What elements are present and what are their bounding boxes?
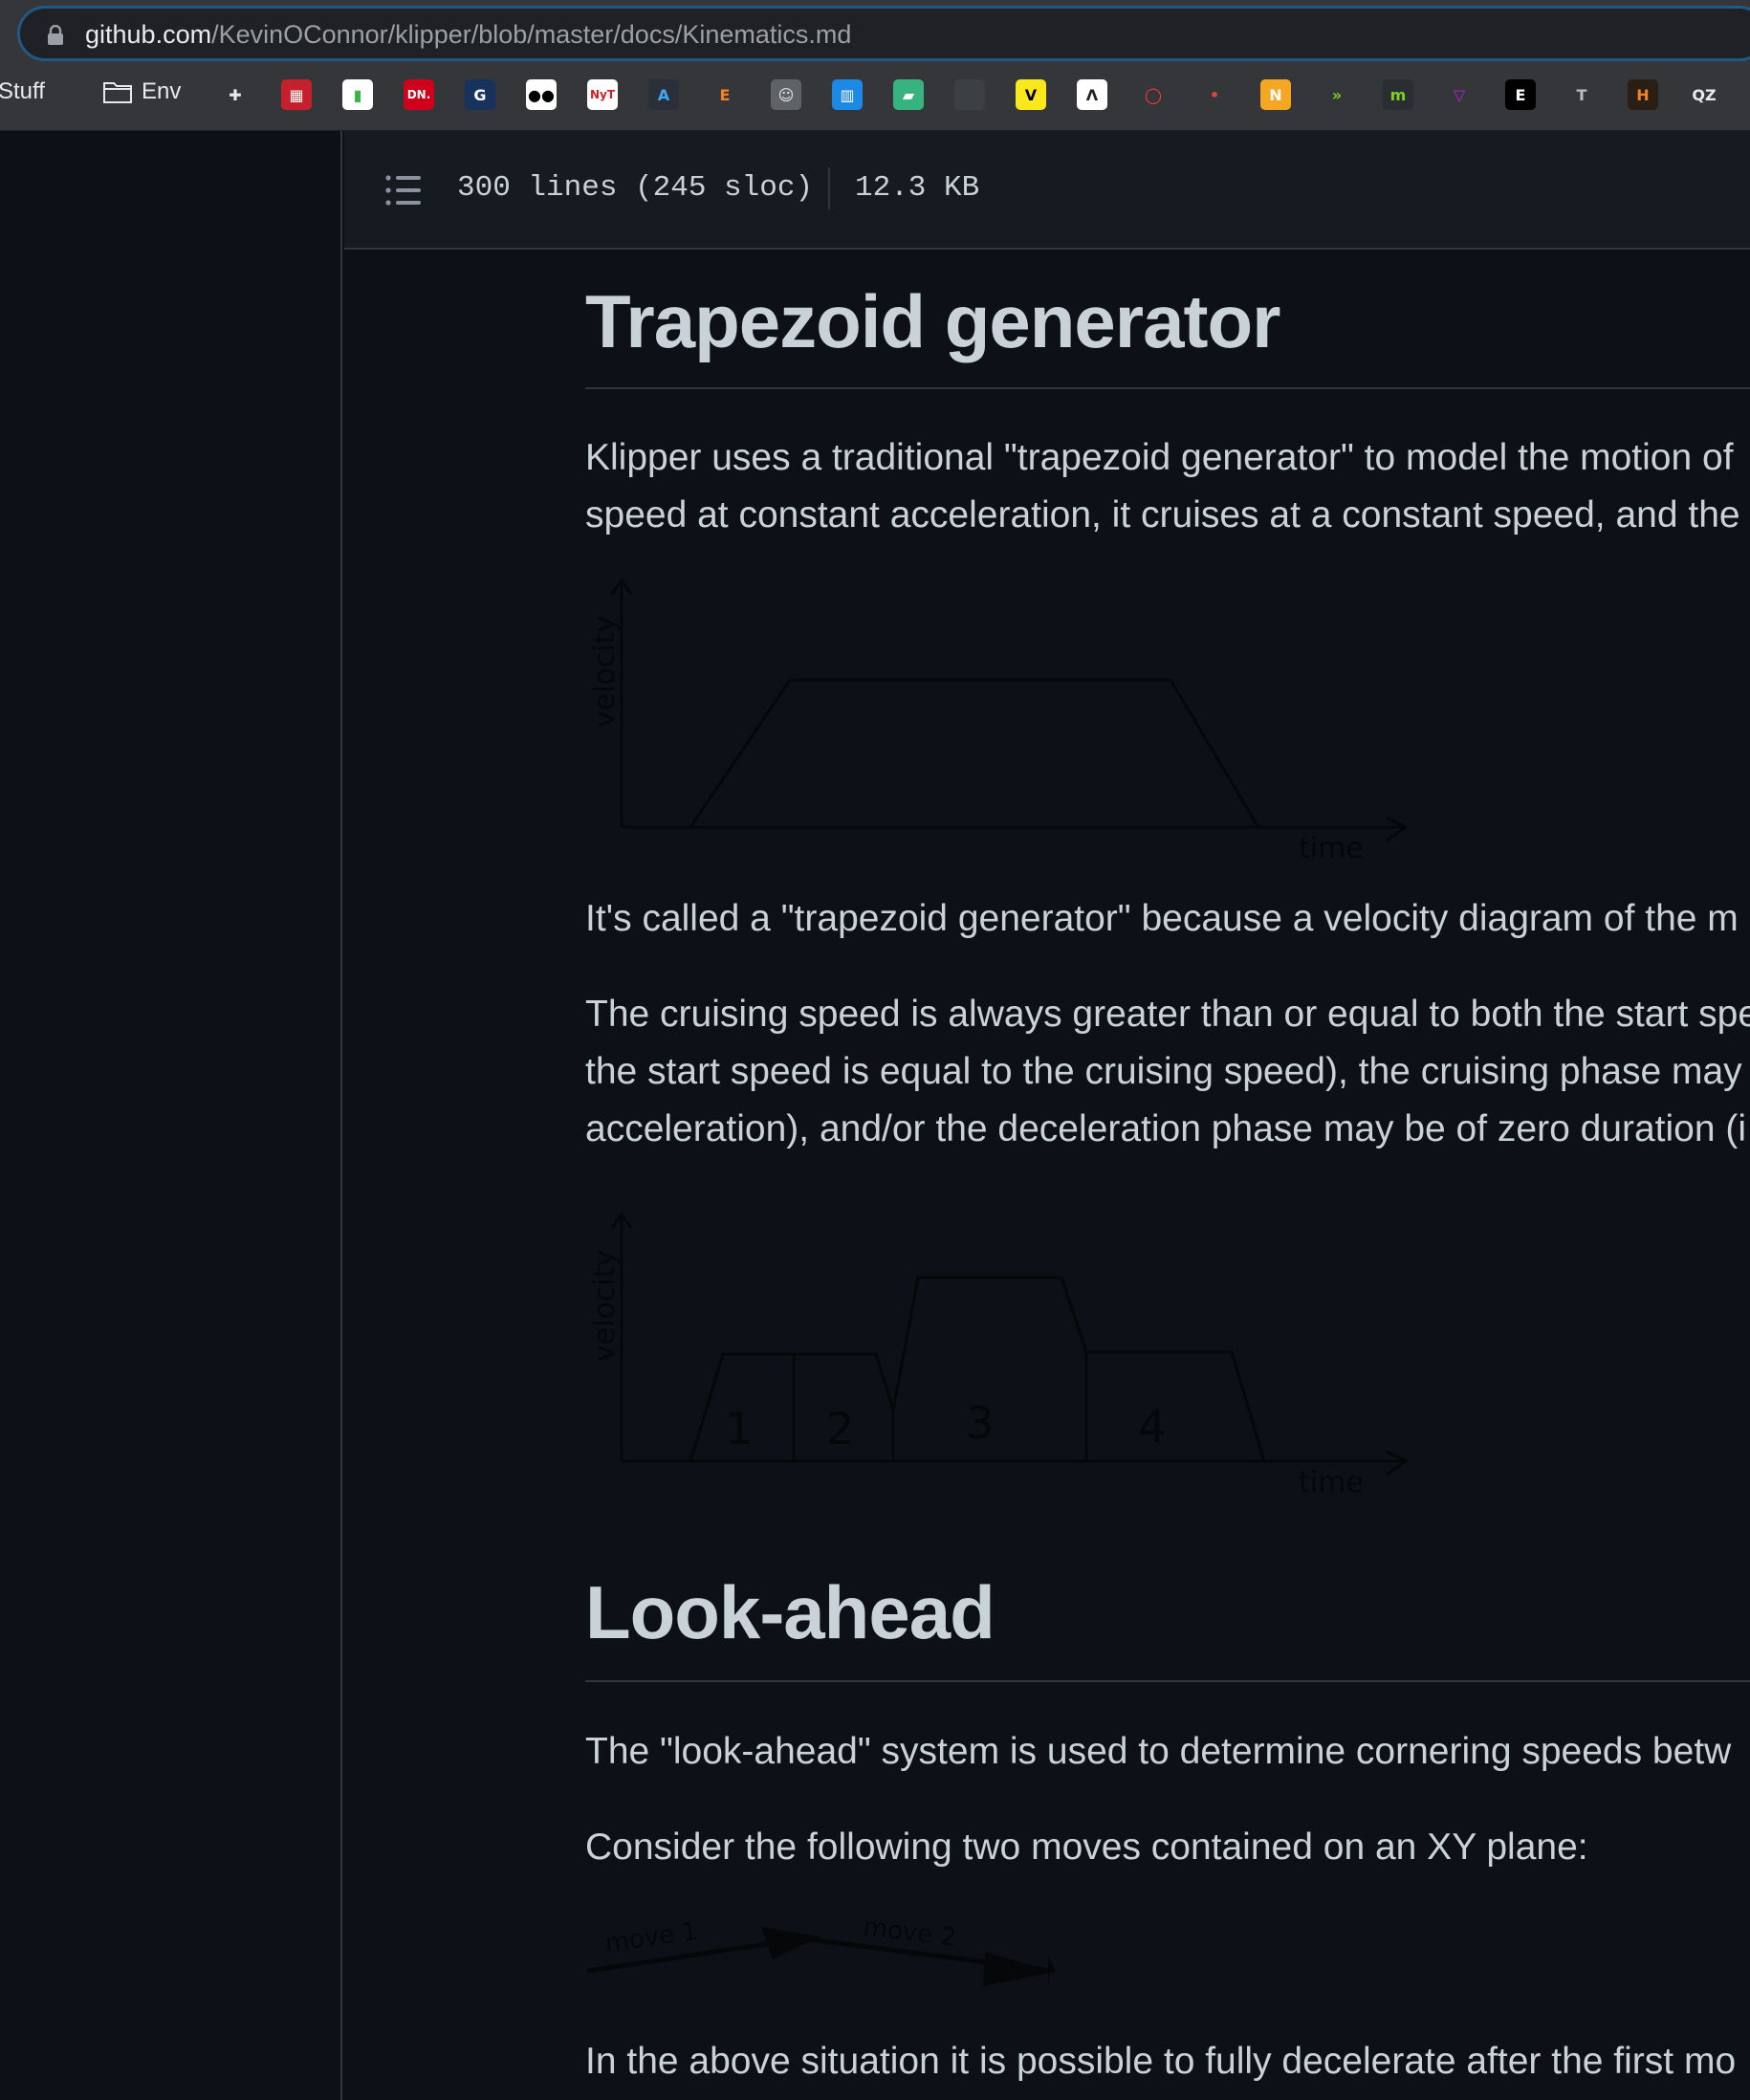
- dark-icon[interactable]: [954, 79, 985, 110]
- dots-icon[interactable]: •: [1199, 79, 1230, 110]
- heading-look-ahead: Look-ahead: [585, 1570, 995, 1654]
- fig2-move-3-label: 3: [966, 1397, 994, 1449]
- lock-icon[interactable]: [47, 25, 64, 46]
- url-text[interactable]: github.com/KevinOConnor/klipper/blob/mas…: [85, 20, 851, 49]
- file-header: 300 lines (245 sloc) 12.3 KB: [344, 131, 1750, 250]
- heading-divider: [585, 1680, 1750, 1682]
- triangle-icon[interactable]: ▽: [1444, 79, 1475, 110]
- folder-icon: [103, 82, 132, 103]
- e-box-icon[interactable]: E: [1505, 79, 1536, 110]
- nyt-icon[interactable]: NyT: [587, 79, 618, 110]
- folder-stuff-label: Stuff: [0, 78, 45, 104]
- e-icon[interactable]: E: [710, 79, 740, 110]
- table-of-contents-icon[interactable]: [384, 173, 423, 208]
- fig2-xlabel: time: [1299, 1466, 1364, 1499]
- heading-trapezoid-generator: Trapezoid generator: [585, 279, 1280, 363]
- fig1-axes: [610, 578, 1409, 842]
- t-icon[interactable]: T: [1566, 79, 1597, 110]
- paragraph-2-line-1: It's called a "trapezoid generator" beca…: [585, 898, 1739, 939]
- paragraph-3-line-1: The cruising speed is always greater tha…: [585, 994, 1750, 1035]
- paragraph-6-line-1: In the above situation it is possible to…: [585, 2041, 1737, 2082]
- paragraph-1-line-1: Klipper uses a traditional "trapezoid ge…: [585, 437, 1734, 478]
- file-line-count: 300 lines (245 sloc): [457, 171, 814, 205]
- dn-icon[interactable]: DN.: [404, 79, 434, 110]
- arrows-icon[interactable]: »: [1322, 79, 1352, 110]
- folder-env-label: Env: [142, 78, 182, 104]
- fig2-move-4-label: 4: [1138, 1401, 1166, 1453]
- fig1-xlabel: time: [1299, 832, 1364, 865]
- url-path: /KevinOConnor/klipper/blob/master/docs/K…: [211, 20, 852, 49]
- slack-icon[interactable]: ✚: [220, 79, 251, 110]
- fig1-ylabel: velocity: [588, 616, 622, 728]
- speech-icon[interactable]: ◯: [1138, 79, 1169, 110]
- n-icon[interactable]: N: [1260, 79, 1291, 110]
- fig1-trapezoid: [689, 678, 1260, 828]
- heading-divider: [585, 387, 1750, 389]
- fig2-move-2-label: 2: [826, 1403, 854, 1455]
- trapezoid-velocity-diagram: velocity time: [588, 578, 1409, 865]
- paragraph-1-line-2: speed at constant acceleration, it cruis…: [585, 494, 1740, 536]
- face-icon[interactable]: ☺: [771, 79, 801, 110]
- bookmarks-bar: Stuff Env ✚ ▦ ▮ DN. G ●● NyT A E ☺ ▥ ▰ V Λ ◯ • N» m ▽ E T H QZ: [0, 73, 1750, 117]
- file-size: 12.3 KB: [855, 171, 980, 205]
- g-icon[interactable]: G: [465, 79, 495, 110]
- blue-bars-icon[interactable]: ▥: [832, 79, 863, 110]
- red-grid-icon[interactable]: ▦: [281, 79, 312, 110]
- paragraph-3-line-3: acceleration), and/or the deceleration p…: [585, 1108, 1747, 1149]
- v-icon[interactable]: V: [1016, 79, 1046, 110]
- green-slash-icon[interactable]: ▰: [893, 79, 924, 110]
- browser-chrome: github.com/KevinOConnor/klipper/blob/mas…: [0, 0, 1750, 131]
- qz-icon[interactable]: QZ: [1689, 79, 1719, 110]
- left-sidebar: [0, 131, 342, 2100]
- paragraph-4-line-1: The "look-ahead" system is used to deter…: [585, 1731, 1732, 1772]
- bookmark-folder-stuff[interactable]: Stuff: [0, 78, 45, 105]
- fig3-move-2-arrowhead: [983, 1952, 1056, 1988]
- m-icon[interactable]: m: [1383, 79, 1413, 110]
- a-icon[interactable]: A: [648, 79, 679, 110]
- fig3-move-1-arrowhead: [761, 1927, 820, 1959]
- address-bar[interactable]: github.com/KevinOConnor/klipper/blob/mas…: [17, 6, 1750, 61]
- fig2-move-1-label: 1: [725, 1403, 753, 1455]
- paragraph-5-line-1: Consider the following two moves contain…: [585, 1827, 1588, 1868]
- h-icon[interactable]: H: [1628, 79, 1658, 110]
- fig2-ylabel: velocity: [588, 1250, 622, 1362]
- url-host: github.com: [85, 20, 212, 49]
- paragraph-3-line-2: the start speed is equal to the cruising…: [585, 1051, 1742, 1092]
- fig3-move-1-label: move 1: [603, 1917, 700, 1958]
- medium-icon[interactable]: ●●: [526, 79, 557, 110]
- arrow-up-icon[interactable]: Λ: [1077, 79, 1107, 110]
- bookmark-folder-env[interactable]: Env: [103, 78, 181, 105]
- chart-icon[interactable]: ▮: [342, 79, 373, 110]
- multi-move-velocity-diagram: 1 2 3 4 velocity time: [588, 1212, 1409, 1499]
- two-moves-diagram: move 1 move 2: [586, 1913, 1056, 1988]
- header-divider: [828, 167, 830, 209]
